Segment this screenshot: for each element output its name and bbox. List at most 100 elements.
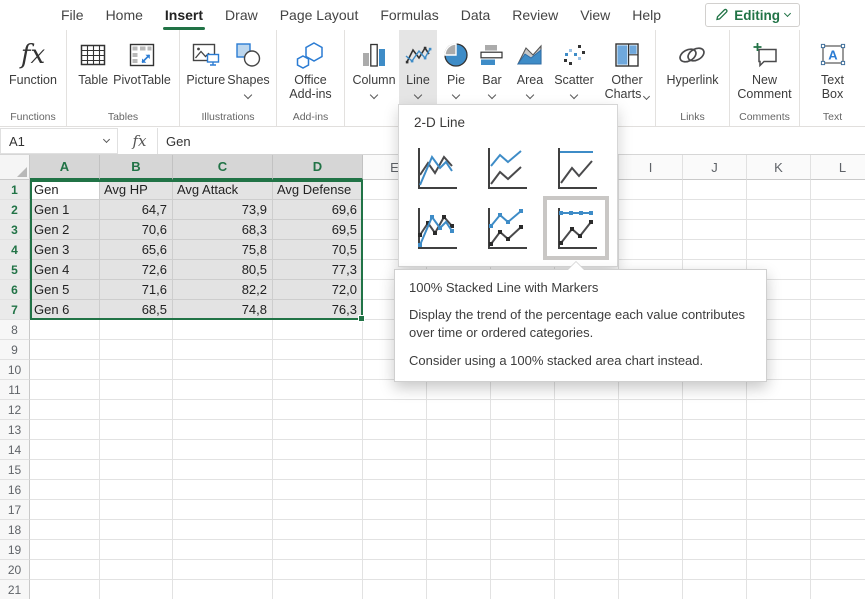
cell-G19[interactable] xyxy=(491,540,555,560)
cell-E15[interactable] xyxy=(363,460,427,480)
row-header-21[interactable]: 21 xyxy=(0,580,30,599)
cell-G12[interactable] xyxy=(491,400,555,420)
cell-L6[interactable] xyxy=(811,280,865,300)
cell-C19[interactable] xyxy=(173,540,273,560)
cell-A1[interactable]: Gen xyxy=(30,180,100,200)
cell-K2[interactable] xyxy=(747,200,811,220)
cell-B7[interactable]: 68,5 xyxy=(100,300,173,320)
cell-F21[interactable] xyxy=(427,580,491,599)
cell-A15[interactable] xyxy=(30,460,100,480)
cell-C11[interactable] xyxy=(173,380,273,400)
cell-I21[interactable] xyxy=(619,580,683,599)
cell-J4[interactable] xyxy=(683,240,747,260)
100-stacked-line-with-markers-chart-option[interactable] xyxy=(552,205,600,251)
cell-C7[interactable]: 74,8 xyxy=(173,300,273,320)
cell-I16[interactable] xyxy=(619,480,683,500)
column-header-A[interactable]: A xyxy=(30,155,100,180)
cell-G20[interactable] xyxy=(491,560,555,580)
fill-handle[interactable] xyxy=(358,315,365,322)
editing-mode-button[interactable]: Editing xyxy=(705,3,800,27)
cell-J11[interactable] xyxy=(683,380,747,400)
tab-view[interactable]: View xyxy=(569,0,621,30)
cell-K15[interactable] xyxy=(747,460,811,480)
row-header-14[interactable]: 14 xyxy=(0,440,30,460)
shapes-button[interactable]: Shapes xyxy=(227,30,269,110)
cell-K16[interactable] xyxy=(747,480,811,500)
cell-F13[interactable] xyxy=(427,420,491,440)
cell-B9[interactable] xyxy=(100,340,173,360)
cell-L18[interactable] xyxy=(811,520,865,540)
stacked-line-with-markers-chart-option[interactable] xyxy=(482,205,530,251)
row-header-10[interactable]: 10 xyxy=(0,360,30,380)
cell-D7[interactable]: 76,3 xyxy=(273,300,363,320)
cell-H13[interactable] xyxy=(555,420,619,440)
row-header-13[interactable]: 13 xyxy=(0,420,30,440)
line-chart-option[interactable] xyxy=(412,145,460,191)
row-header-12[interactable]: 12 xyxy=(0,400,30,420)
column-header-C[interactable]: C xyxy=(173,155,273,180)
cell-J20[interactable] xyxy=(683,560,747,580)
cell-F17[interactable] xyxy=(427,500,491,520)
cell-C20[interactable] xyxy=(173,560,273,580)
row-header-19[interactable]: 19 xyxy=(0,540,30,560)
cell-C5[interactable]: 80,5 xyxy=(173,260,273,280)
cell-I1[interactable] xyxy=(619,180,683,200)
cell-J16[interactable] xyxy=(683,480,747,500)
cell-B8[interactable] xyxy=(100,320,173,340)
column-header-B[interactable]: B xyxy=(100,155,173,180)
cell-B5[interactable]: 72,6 xyxy=(100,260,173,280)
row-header-5[interactable]: 5 xyxy=(0,260,30,280)
cell-E17[interactable] xyxy=(363,500,427,520)
cell-G11[interactable] xyxy=(491,380,555,400)
cell-I19[interactable] xyxy=(619,540,683,560)
cell-B4[interactable]: 65,6 xyxy=(100,240,173,260)
row-header-16[interactable]: 16 xyxy=(0,480,30,500)
line-with-markers-chart-option[interactable] xyxy=(412,205,460,251)
cell-I13[interactable] xyxy=(619,420,683,440)
cell-F16[interactable] xyxy=(427,480,491,500)
cell-A6[interactable]: Gen 5 xyxy=(30,280,100,300)
hyperlink-button[interactable]: Hyperlink xyxy=(666,30,718,110)
cell-B3[interactable]: 70,6 xyxy=(100,220,173,240)
cell-B18[interactable] xyxy=(100,520,173,540)
cell-A11[interactable] xyxy=(30,380,100,400)
line-chart-button[interactable]: Line xyxy=(399,30,437,110)
cell-E20[interactable] xyxy=(363,560,427,580)
cell-L17[interactable] xyxy=(811,500,865,520)
table-button[interactable]: Table xyxy=(75,30,111,110)
cell-D18[interactable] xyxy=(273,520,363,540)
cell-A12[interactable] xyxy=(30,400,100,420)
row-header-17[interactable]: 17 xyxy=(0,500,30,520)
cell-D10[interactable] xyxy=(273,360,363,380)
cell-K3[interactable] xyxy=(747,220,811,240)
cell-J13[interactable] xyxy=(683,420,747,440)
cell-E12[interactable] xyxy=(363,400,427,420)
cell-H19[interactable] xyxy=(555,540,619,560)
row-header-3[interactable]: 3 xyxy=(0,220,30,240)
cell-B20[interactable] xyxy=(100,560,173,580)
cell-K12[interactable] xyxy=(747,400,811,420)
pivottable-button[interactable]: PivotTable xyxy=(113,30,171,110)
cell-L16[interactable] xyxy=(811,480,865,500)
cell-C15[interactable] xyxy=(173,460,273,480)
cell-L20[interactable] xyxy=(811,560,865,580)
cell-C6[interactable]: 82,2 xyxy=(173,280,273,300)
cell-I18[interactable] xyxy=(619,520,683,540)
cell-L19[interactable] xyxy=(811,540,865,560)
bar-chart-button[interactable]: Bar xyxy=(475,30,509,110)
row-header-2[interactable]: 2 xyxy=(0,200,30,220)
tab-file[interactable]: File xyxy=(50,0,95,30)
cell-D6[interactable]: 72,0 xyxy=(273,280,363,300)
cell-C13[interactable] xyxy=(173,420,273,440)
row-header-6[interactable]: 6 xyxy=(0,280,30,300)
cell-I20[interactable] xyxy=(619,560,683,580)
cell-L12[interactable] xyxy=(811,400,865,420)
cell-D17[interactable] xyxy=(273,500,363,520)
cell-F14[interactable] xyxy=(427,440,491,460)
cell-G15[interactable] xyxy=(491,460,555,480)
cell-H14[interactable] xyxy=(555,440,619,460)
cell-B10[interactable] xyxy=(100,360,173,380)
cell-C14[interactable] xyxy=(173,440,273,460)
cell-D16[interactable] xyxy=(273,480,363,500)
cell-J19[interactable] xyxy=(683,540,747,560)
